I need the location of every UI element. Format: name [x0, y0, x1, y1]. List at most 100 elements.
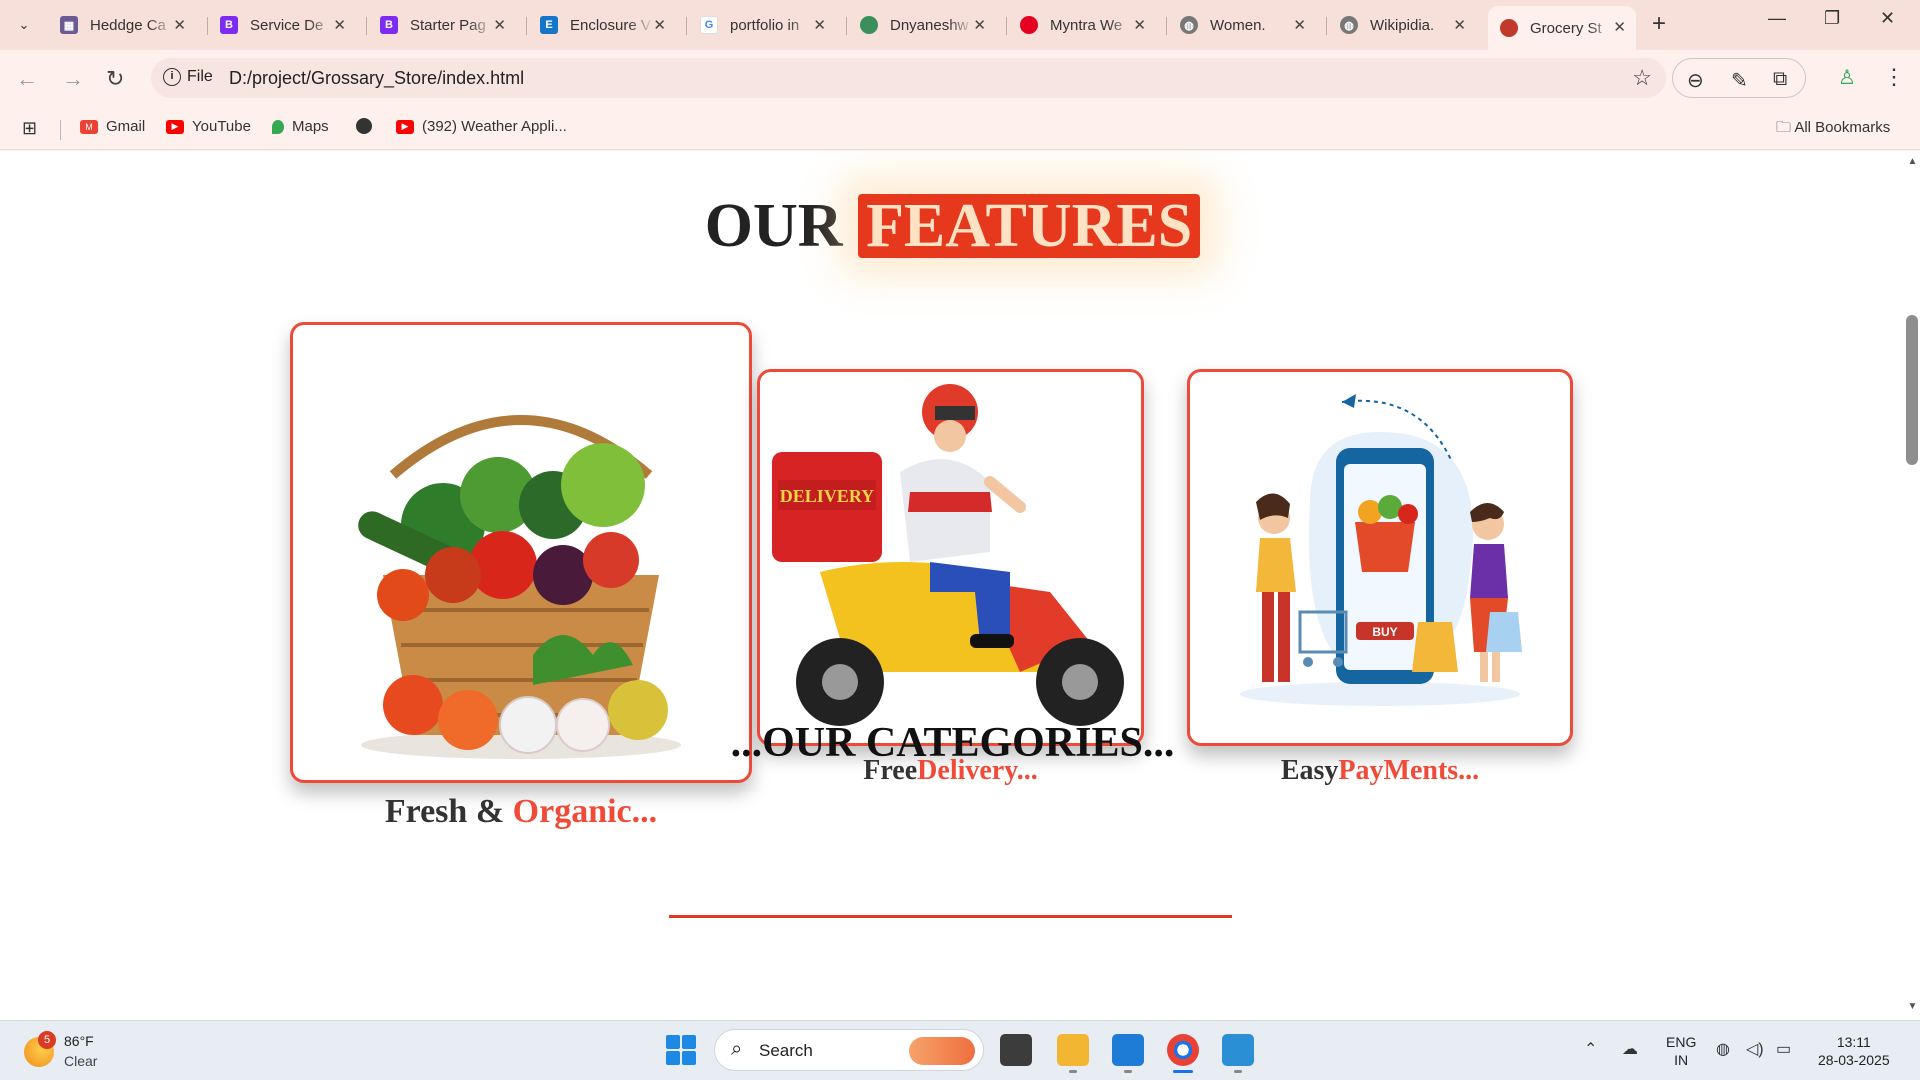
close-icon[interactable]: ✕: [1293, 16, 1306, 34]
bookmark-weather-app[interactable]: ▶ (392) Weather Appli...: [396, 118, 567, 135]
chevron-up-icon[interactable]: ⌃: [1584, 1039, 1597, 1059]
tab-strip: ⌄ ▦ Heddge Ca ✕ B Service De ✕ B Starter…: [0, 0, 1920, 50]
svg-text:DELIVERY: DELIVERY: [780, 486, 874, 506]
close-icon[interactable]: ✕: [173, 16, 186, 34]
window-close-button[interactable]: ✕: [1880, 8, 1895, 29]
bootstrap-favicon: B: [380, 16, 398, 34]
taskbar-search[interactable]: ⌕ Search: [714, 1029, 984, 1071]
youtube-icon: ▶: [166, 119, 184, 134]
page-viewport: OUR FEATURES Fresh & Organic... DELIVERY…: [0, 151, 1905, 1020]
file-scheme-chip: File: [187, 68, 213, 85]
bookmark-gmail[interactable]: M Gmail: [80, 118, 145, 135]
feature-card-payments[interactable]: BUY: [1187, 369, 1573, 746]
info-icon[interactable]: i: [163, 68, 181, 86]
tab-wikipidia[interactable]: ◍ Wikipidia. ✕: [1328, 8, 1476, 42]
tab-myntra[interactable]: Myntra We ✕: [1008, 8, 1156, 42]
vscode-icon[interactable]: [1112, 1034, 1144, 1066]
volume-icon[interactable]: ◁): [1746, 1039, 1764, 1059]
profile-avatar[interactable]: ♙: [1838, 65, 1856, 90]
bookmark-star-icon[interactable]: ☆: [1632, 65, 1652, 91]
categories-underline: [669, 915, 1232, 918]
maps-icon: [272, 119, 284, 134]
bookmark-maps[interactable]: Maps: [272, 118, 329, 135]
tab-enclosure[interactable]: E Enclosure V ✕: [528, 8, 676, 42]
close-icon[interactable]: ✕: [813, 16, 826, 34]
language-indicator[interactable]: ENG IN: [1666, 1033, 1696, 1069]
folder-icon: 🗀: [1776, 119, 1795, 136]
chrome-icon[interactable]: [1167, 1034, 1199, 1066]
scrollbar-thumb[interactable]: [1906, 315, 1918, 465]
clock[interactable]: 13:11 28-03-2025: [1818, 1033, 1890, 1069]
tab-women[interactable]: ◍ Women. ✕: [1168, 8, 1316, 42]
network-icon[interactable]: ◍: [1716, 1039, 1730, 1059]
features-heading: OUR FEATURES: [0, 191, 1905, 262]
forward-button[interactable]: →: [62, 66, 84, 92]
site-favicon: [860, 16, 878, 34]
grocery-favicon: [1500, 19, 1518, 37]
page-scrollbar[interactable]: [1905, 151, 1920, 1020]
features-highlight: FEATURES: [858, 194, 1201, 258]
minimize-button[interactable]: —: [1768, 8, 1786, 29]
scroll-up-arrow-icon[interactable]: ▲: [1905, 156, 1920, 167]
feature-card-fresh[interactable]: [290, 322, 752, 783]
close-icon[interactable]: ✕: [973, 16, 986, 34]
tab-service[interactable]: B Service De ✕: [208, 8, 356, 42]
weather-badge: 5: [38, 1031, 56, 1049]
image-favicon: ▦: [60, 16, 78, 34]
menu-icon[interactable]: ⋮: [1883, 64, 1905, 90]
vegetable-basket-image: [358, 415, 681, 759]
feature-caption-fresh: Fresh & Organic...: [384, 793, 658, 830]
apps-grid-icon[interactable]: ⊞: [22, 118, 37, 139]
extensions-group: ⊖ ✎ ⧉: [1672, 58, 1806, 98]
delivery-scooter-image: DELIVERY: [772, 384, 1124, 726]
close-icon[interactable]: ✕: [1613, 18, 1626, 36]
back-button[interactable]: ←: [16, 66, 38, 92]
bookmarks-bar: ⊞ M Gmail ▶ YouTube Maps ▶ (392) Weather…: [0, 108, 1920, 150]
mobile-shopping-image: BUY: [1240, 394, 1522, 706]
tab-starter[interactable]: B Starter Pag ✕: [368, 8, 516, 42]
tab-dnyaneshw[interactable]: Dnyaneshw ✕: [848, 8, 996, 42]
reload-button[interactable]: ↻: [106, 66, 124, 92]
search-icon: ⌕: [731, 1038, 743, 1060]
tab-grocery-active[interactable]: Grocery St ✕: [1488, 6, 1636, 50]
bookmark-globe[interactable]: [356, 118, 380, 134]
feature-card-delivery[interactable]: DELIVERY: [757, 369, 1144, 746]
tab-heddge[interactable]: ▦ Heddge Ca ✕: [48, 8, 196, 42]
new-tab-button[interactable]: +: [1652, 10, 1666, 38]
close-icon[interactable]: ✕: [1453, 16, 1466, 34]
bookmark-youtube[interactable]: ▶ YouTube: [166, 118, 251, 135]
globe-favicon: ◍: [1180, 16, 1198, 34]
photos-icon[interactable]: [1222, 1034, 1254, 1066]
close-icon[interactable]: ✕: [333, 16, 346, 34]
bootstrap-favicon: B: [220, 16, 238, 34]
globe-icon: [356, 118, 372, 134]
all-bookmarks-button[interactable]: 🗀 All Bookmarks: [1776, 117, 1890, 142]
battery-icon[interactable]: ▭: [1776, 1039, 1791, 1059]
file-explorer-icon[interactable]: [1057, 1034, 1089, 1066]
browser-toolbar: ← → ↻ i File D:/project/Grossary_Store/i…: [0, 50, 1920, 108]
tab-search-button[interactable]: ⌄: [10, 13, 38, 37]
search-highlight-image: [909, 1037, 975, 1065]
red-dot-favicon: [1020, 16, 1038, 34]
browser-chrome: ⌄ ▦ Heddge Ca ✕ B Service De ✕ B Starter…: [0, 0, 1920, 151]
close-icon[interactable]: ✕: [493, 16, 506, 34]
windows-taskbar: 5 86°F Clear ⌕ Search ⌃ ☁ ENG IN ◍ ◁) ▭ …: [0, 1020, 1920, 1080]
url-text[interactable]: D:/project/Grossary_Store/index.html: [229, 68, 524, 89]
address-bar[interactable]: i File D:/project/Grossary_Store/index.h…: [151, 58, 1666, 98]
close-icon[interactable]: ✕: [1133, 16, 1146, 34]
extension-icon[interactable]: ⊖: [1687, 68, 1704, 93]
color-picker-icon[interactable]: ✎: [1731, 68, 1748, 93]
onedrive-icon[interactable]: ☁: [1622, 1039, 1638, 1059]
globe-favicon: ◍: [1340, 16, 1358, 34]
puzzle-icon[interactable]: ⧉: [1773, 68, 1787, 91]
windows-start-icon[interactable]: [666, 1035, 696, 1065]
restore-button[interactable]: ❐: [1824, 8, 1840, 29]
tab-portfolio[interactable]: G portfolio in ✕: [688, 8, 836, 42]
google-favicon: G: [700, 16, 718, 34]
gmail-icon: M: [80, 119, 98, 134]
youtube-icon: ▶: [396, 119, 414, 134]
task-view-icon[interactable]: [1000, 1034, 1032, 1066]
svg-text:BUY: BUY: [1372, 625, 1397, 639]
scroll-down-arrow-icon[interactable]: ▼: [1905, 1001, 1920, 1012]
close-icon[interactable]: ✕: [653, 16, 666, 34]
